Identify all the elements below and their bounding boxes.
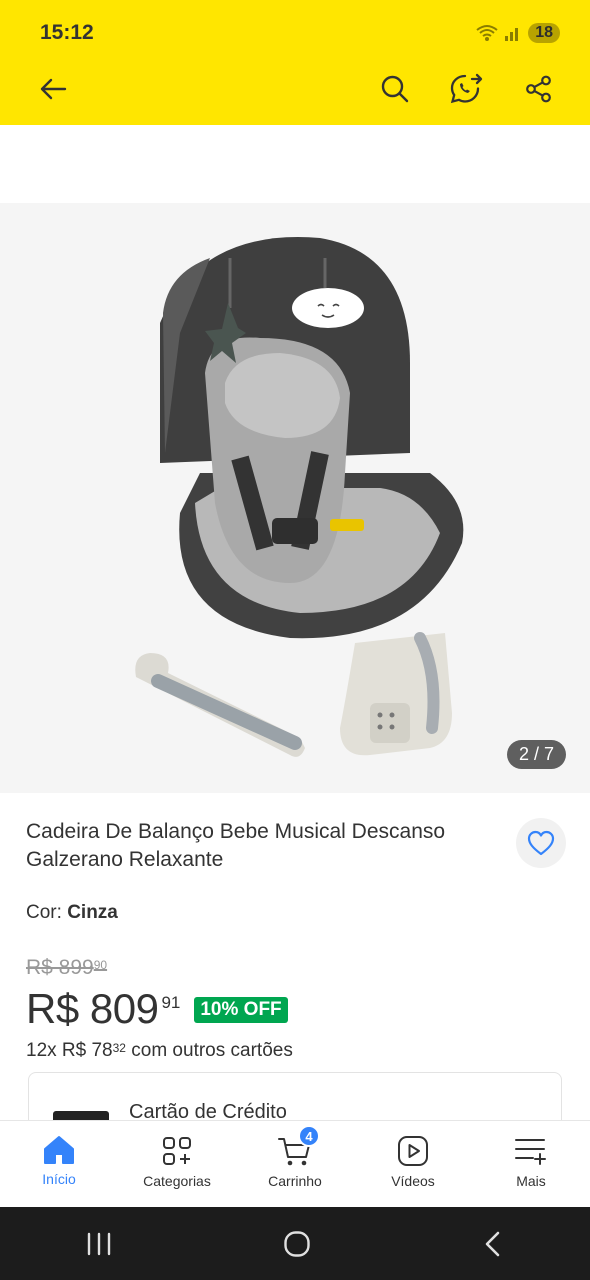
wifi-icon	[476, 25, 498, 41]
menu-more-icon	[515, 1139, 546, 1165]
recent-apps-icon[interactable]	[84, 1231, 114, 1257]
tab-categories[interactable]: Categorias	[118, 1121, 236, 1207]
cart-count-badge: 4	[298, 1125, 320, 1147]
status-bar: 15:12 18	[40, 18, 560, 48]
color-value: Cinza	[67, 902, 118, 923]
back-button[interactable]	[30, 66, 76, 112]
installments-info: 12x R$ 7832 com outros cartões	[26, 1040, 293, 1062]
installments-amount: 12x R$ 78	[26, 1040, 113, 1061]
bottom-tab-bar: Início Categorias 4 Carrinho Vídeos Mais	[0, 1120, 590, 1207]
product-image	[135, 237, 464, 757]
color-label: Cor:	[26, 902, 68, 923]
tab-home[interactable]: Início	[0, 1121, 118, 1207]
home-icon	[44, 1136, 74, 1164]
discount-badge: 10% OFF	[194, 997, 288, 1023]
tab-categories-label: Categorias	[143, 1173, 211, 1189]
tab-more[interactable]: Mais	[472, 1121, 590, 1207]
status-time: 15:12	[40, 21, 94, 44]
price-cents: 91	[161, 993, 181, 1012]
tab-more-label: Mais	[516, 1173, 546, 1189]
original-price: R$ 89990	[26, 956, 107, 980]
categories-icon	[163, 1137, 191, 1165]
installments-suffix: com outros cartões	[125, 1040, 293, 1061]
original-price-amount: R$ 899	[26, 956, 94, 979]
heart-icon	[527, 830, 555, 856]
search-button[interactable]	[372, 66, 418, 112]
gallery-counter: 2 / 7	[506, 740, 566, 769]
system-nav-bar	[0, 1207, 590, 1280]
video-icon	[398, 1136, 428, 1166]
system-back-icon[interactable]	[480, 1229, 506, 1259]
share-icon	[526, 75, 551, 103]
tab-cart[interactable]: 4 Carrinho	[236, 1121, 354, 1207]
tab-home-label: Início	[42, 1171, 76, 1187]
product-title: Cadeira De Balanço Bebe Musical Descanso…	[26, 820, 446, 871]
nav-bar	[30, 66, 562, 112]
tab-cart-label: Carrinho	[268, 1173, 322, 1189]
share-button[interactable]	[516, 66, 562, 112]
favorite-button[interactable]	[516, 818, 566, 868]
arrow-left-icon	[40, 78, 67, 100]
price-amount: R$ 809	[26, 985, 159, 1032]
color-variant[interactable]: Cor: Cinza	[26, 902, 118, 924]
top-app-bar: 15:12 18	[0, 0, 590, 125]
tab-videos[interactable]: Vídeos	[354, 1121, 472, 1207]
search-icon	[381, 75, 409, 103]
signal-icon	[505, 28, 519, 41]
home-circle-icon[interactable]	[282, 1229, 312, 1259]
status-icons: 18	[476, 23, 560, 43]
battery-indicator: 18	[528, 23, 560, 43]
tab-videos-label: Vídeos	[391, 1173, 435, 1189]
installments-cents: 32	[112, 1041, 126, 1055]
whatsapp-share-icon	[450, 73, 483, 104]
original-price-cents: 90	[93, 958, 108, 972]
product-gallery[interactable]: 2 / 7	[0, 203, 590, 793]
whatsapp-share-button[interactable]	[444, 66, 490, 112]
current-price: R$ 809 91 10% OFF	[26, 985, 288, 1033]
